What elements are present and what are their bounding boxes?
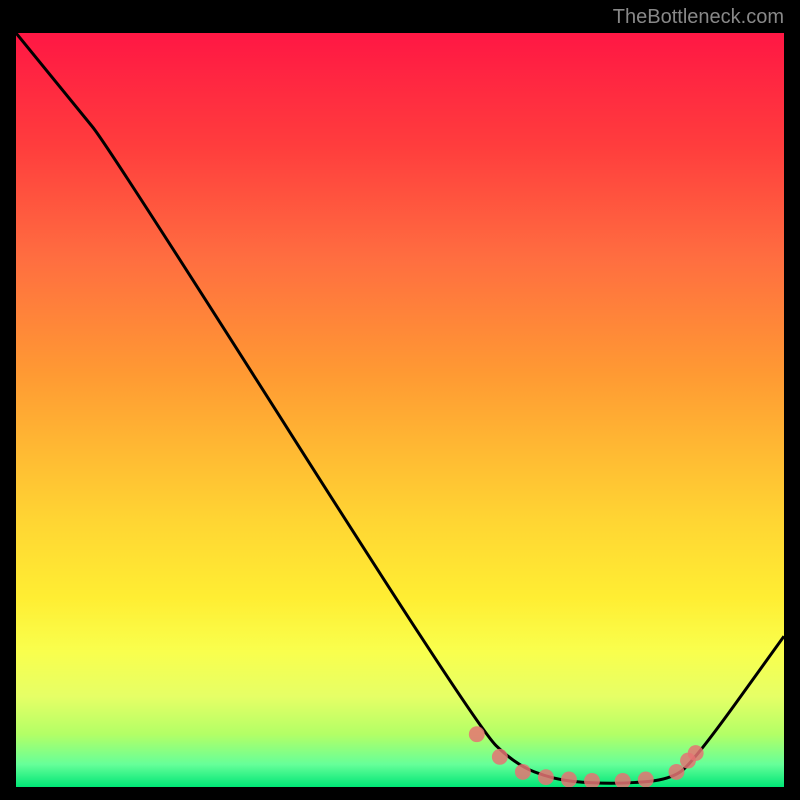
data-marker	[538, 769, 554, 785]
data-marker	[638, 772, 654, 787]
data-marker	[688, 745, 704, 761]
data-marker	[515, 764, 531, 780]
data-marker	[469, 726, 485, 742]
curve-line	[16, 33, 784, 787]
data-marker	[615, 773, 631, 787]
data-marker	[492, 749, 508, 765]
data-marker	[584, 773, 600, 787]
watermark-text: TheBottleneck.com	[613, 6, 784, 29]
data-marker	[561, 772, 577, 787]
data-marker	[669, 764, 685, 780]
chart-area	[13, 30, 787, 790]
